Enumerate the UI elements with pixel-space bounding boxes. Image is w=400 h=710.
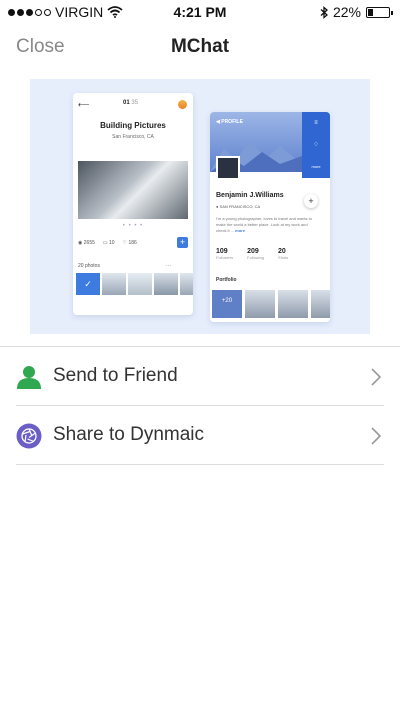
share-to-dynamic-row[interactable]: Share to Dynmaic (0, 407, 400, 465)
thumbnail (154, 273, 178, 295)
battery-icon (366, 6, 393, 18)
mockup-subtitle: San Francisco, CA (112, 134, 154, 140)
building-photo (78, 161, 188, 219)
battery-level (368, 8, 373, 16)
row-divider (16, 405, 384, 406)
photo-stats: ◉ 2655 ▭ 10 ♡ 186 + (78, 235, 188, 251)
section-divider (0, 346, 400, 347)
portfolio-label: Portfolio (216, 277, 237, 283)
profile-avatar (216, 156, 240, 180)
chevron-right-icon (371, 368, 382, 386)
aperture-icon (16, 423, 42, 449)
profile-stat: 20 Shots (278, 248, 289, 260)
status-bar: VIRGIN 4:21 PM 22% (0, 0, 400, 24)
profile-stat: 109 Followers (216, 248, 234, 260)
views-count: ◉ 2655 (78, 240, 95, 246)
profile-stats: 109 Followers 209 Following 20 Shots (216, 248, 326, 260)
selected-thumbnail: ✓ (76, 273, 100, 295)
row-divider (16, 464, 384, 465)
comments-count: ▭ 10 (102, 240, 115, 246)
thumbnail (311, 290, 330, 318)
profile-name: Benjamin J.Williams (216, 192, 284, 199)
share-to-dynamic-label: Share to Dynmaic (53, 424, 205, 445)
photos-count-label: 20 photos ··· (78, 263, 171, 269)
back-arrow-icon: ⟵ (78, 100, 90, 109)
mockup-title: Building Pictures (100, 121, 166, 130)
profile-header-label: ◀ PROFILE (216, 119, 243, 125)
portfolio-count: +20 (212, 290, 242, 318)
mockup-phone-profile: ◀ PROFILE ≡ ♢ more Benjamin J.Williams ●… (210, 112, 330, 322)
menu-icon: ≡ (314, 120, 318, 126)
send-to-friend-row[interactable]: Send to Friend (0, 348, 400, 406)
likes-count: ♡ 186 (122, 240, 137, 246)
profile-location: ● SAN FRANCISCO, CA (216, 204, 261, 209)
thumbnail (245, 290, 275, 318)
profile-side-menu: ≡ ♢ more (302, 112, 330, 178)
send-to-friend-label: Send to Friend (53, 365, 178, 386)
bluetooth-icon (320, 5, 328, 19)
thumbnail (102, 273, 126, 295)
thumbnail (278, 290, 308, 318)
shared-image-preview: ⟵ 01 35 Building Pictures San Francisco,… (30, 79, 370, 334)
side-more-label: more (311, 164, 321, 169)
thumbnail (128, 273, 152, 295)
status-right: 22% (320, 4, 393, 20)
mockup-phone-building-pictures: ⟵ 01 35 Building Pictures San Francisco,… (73, 93, 193, 315)
photo-thumbnails: ✓ (76, 273, 193, 295)
chevron-right-icon (371, 427, 382, 445)
close-button[interactable]: Close (16, 36, 65, 58)
page-indicator: 01 35 (123, 100, 139, 106)
thumbnail (180, 273, 193, 295)
battery-percent: 22% (332, 4, 361, 20)
person-icon (17, 366, 41, 389)
carousel-dots: • • • • (122, 223, 144, 229)
bell-icon: ♢ (313, 142, 319, 148)
portfolio-thumbnails: +20 (212, 290, 330, 318)
profile-bio: I'm a young photographer, loves to trave… (216, 216, 312, 233)
profile-stat: 209 Following (247, 248, 265, 260)
add-icon: + (177, 237, 188, 248)
avatar (178, 100, 187, 109)
follow-add-icon: + (304, 194, 318, 208)
navigation-bar: Close MChat (0, 24, 400, 68)
